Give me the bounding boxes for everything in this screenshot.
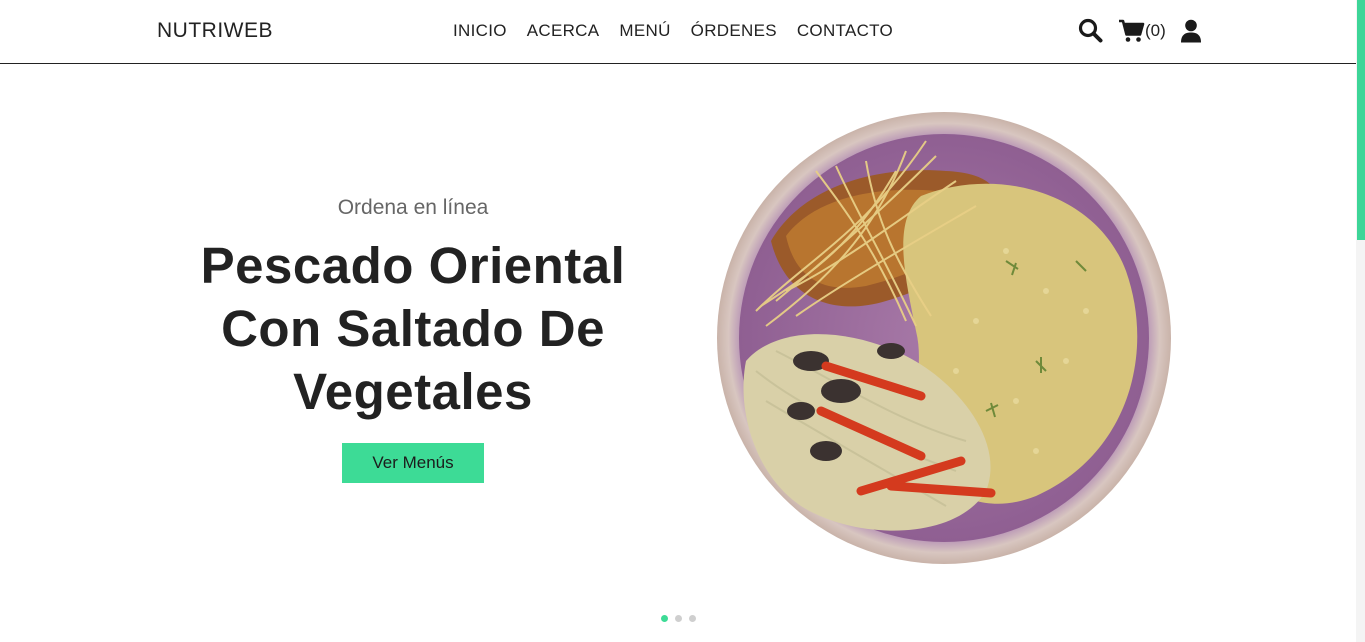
nav-icons: (0)	[1078, 18, 1202, 43]
hero-title: Pescado Oriental Con Saltado De Vegetale…	[200, 237, 626, 420]
carousel-dots	[661, 615, 696, 622]
hero-dish-image	[716, 111, 1172, 565]
user-icon[interactable]	[1180, 19, 1202, 43]
nav-link-inicio[interactable]: INICIO	[453, 21, 507, 41]
navbar: NUTRIWEB INICIO ACERCA MENÚ ÓRDENES CONT…	[0, 0, 1356, 64]
nav-link-contacto[interactable]: CONTACTO	[797, 21, 893, 41]
nav-link-menu[interactable]: MENÚ	[619, 21, 670, 41]
brand-logo[interactable]: NUTRIWEB	[157, 19, 273, 43]
hero-subtitle: Ordena en línea	[337, 196, 489, 219]
nav-link-acerca[interactable]: ACERCA	[527, 21, 600, 41]
hero-text: Ordena en línea Pescado Oriental Con Sal…	[160, 196, 666, 423]
search-icon[interactable]	[1078, 18, 1103, 43]
cart-count: (0)	[1145, 20, 1166, 40]
carousel-dot-1[interactable]	[661, 615, 668, 622]
carousel-dot-3[interactable]	[689, 615, 696, 622]
scrollbar-thumb[interactable]	[1357, 0, 1365, 240]
cart-icon	[1118, 19, 1145, 43]
nav-links: INICIO ACERCA MENÚ ÓRDENES CONTACTO	[453, 21, 893, 41]
carousel-dot-2[interactable]	[675, 615, 682, 622]
cart-button[interactable]: (0)	[1118, 19, 1166, 43]
ver-menus-button[interactable]: Ver Menús	[342, 443, 484, 483]
nav-link-ordenes[interactable]: ÓRDENES	[691, 21, 777, 41]
